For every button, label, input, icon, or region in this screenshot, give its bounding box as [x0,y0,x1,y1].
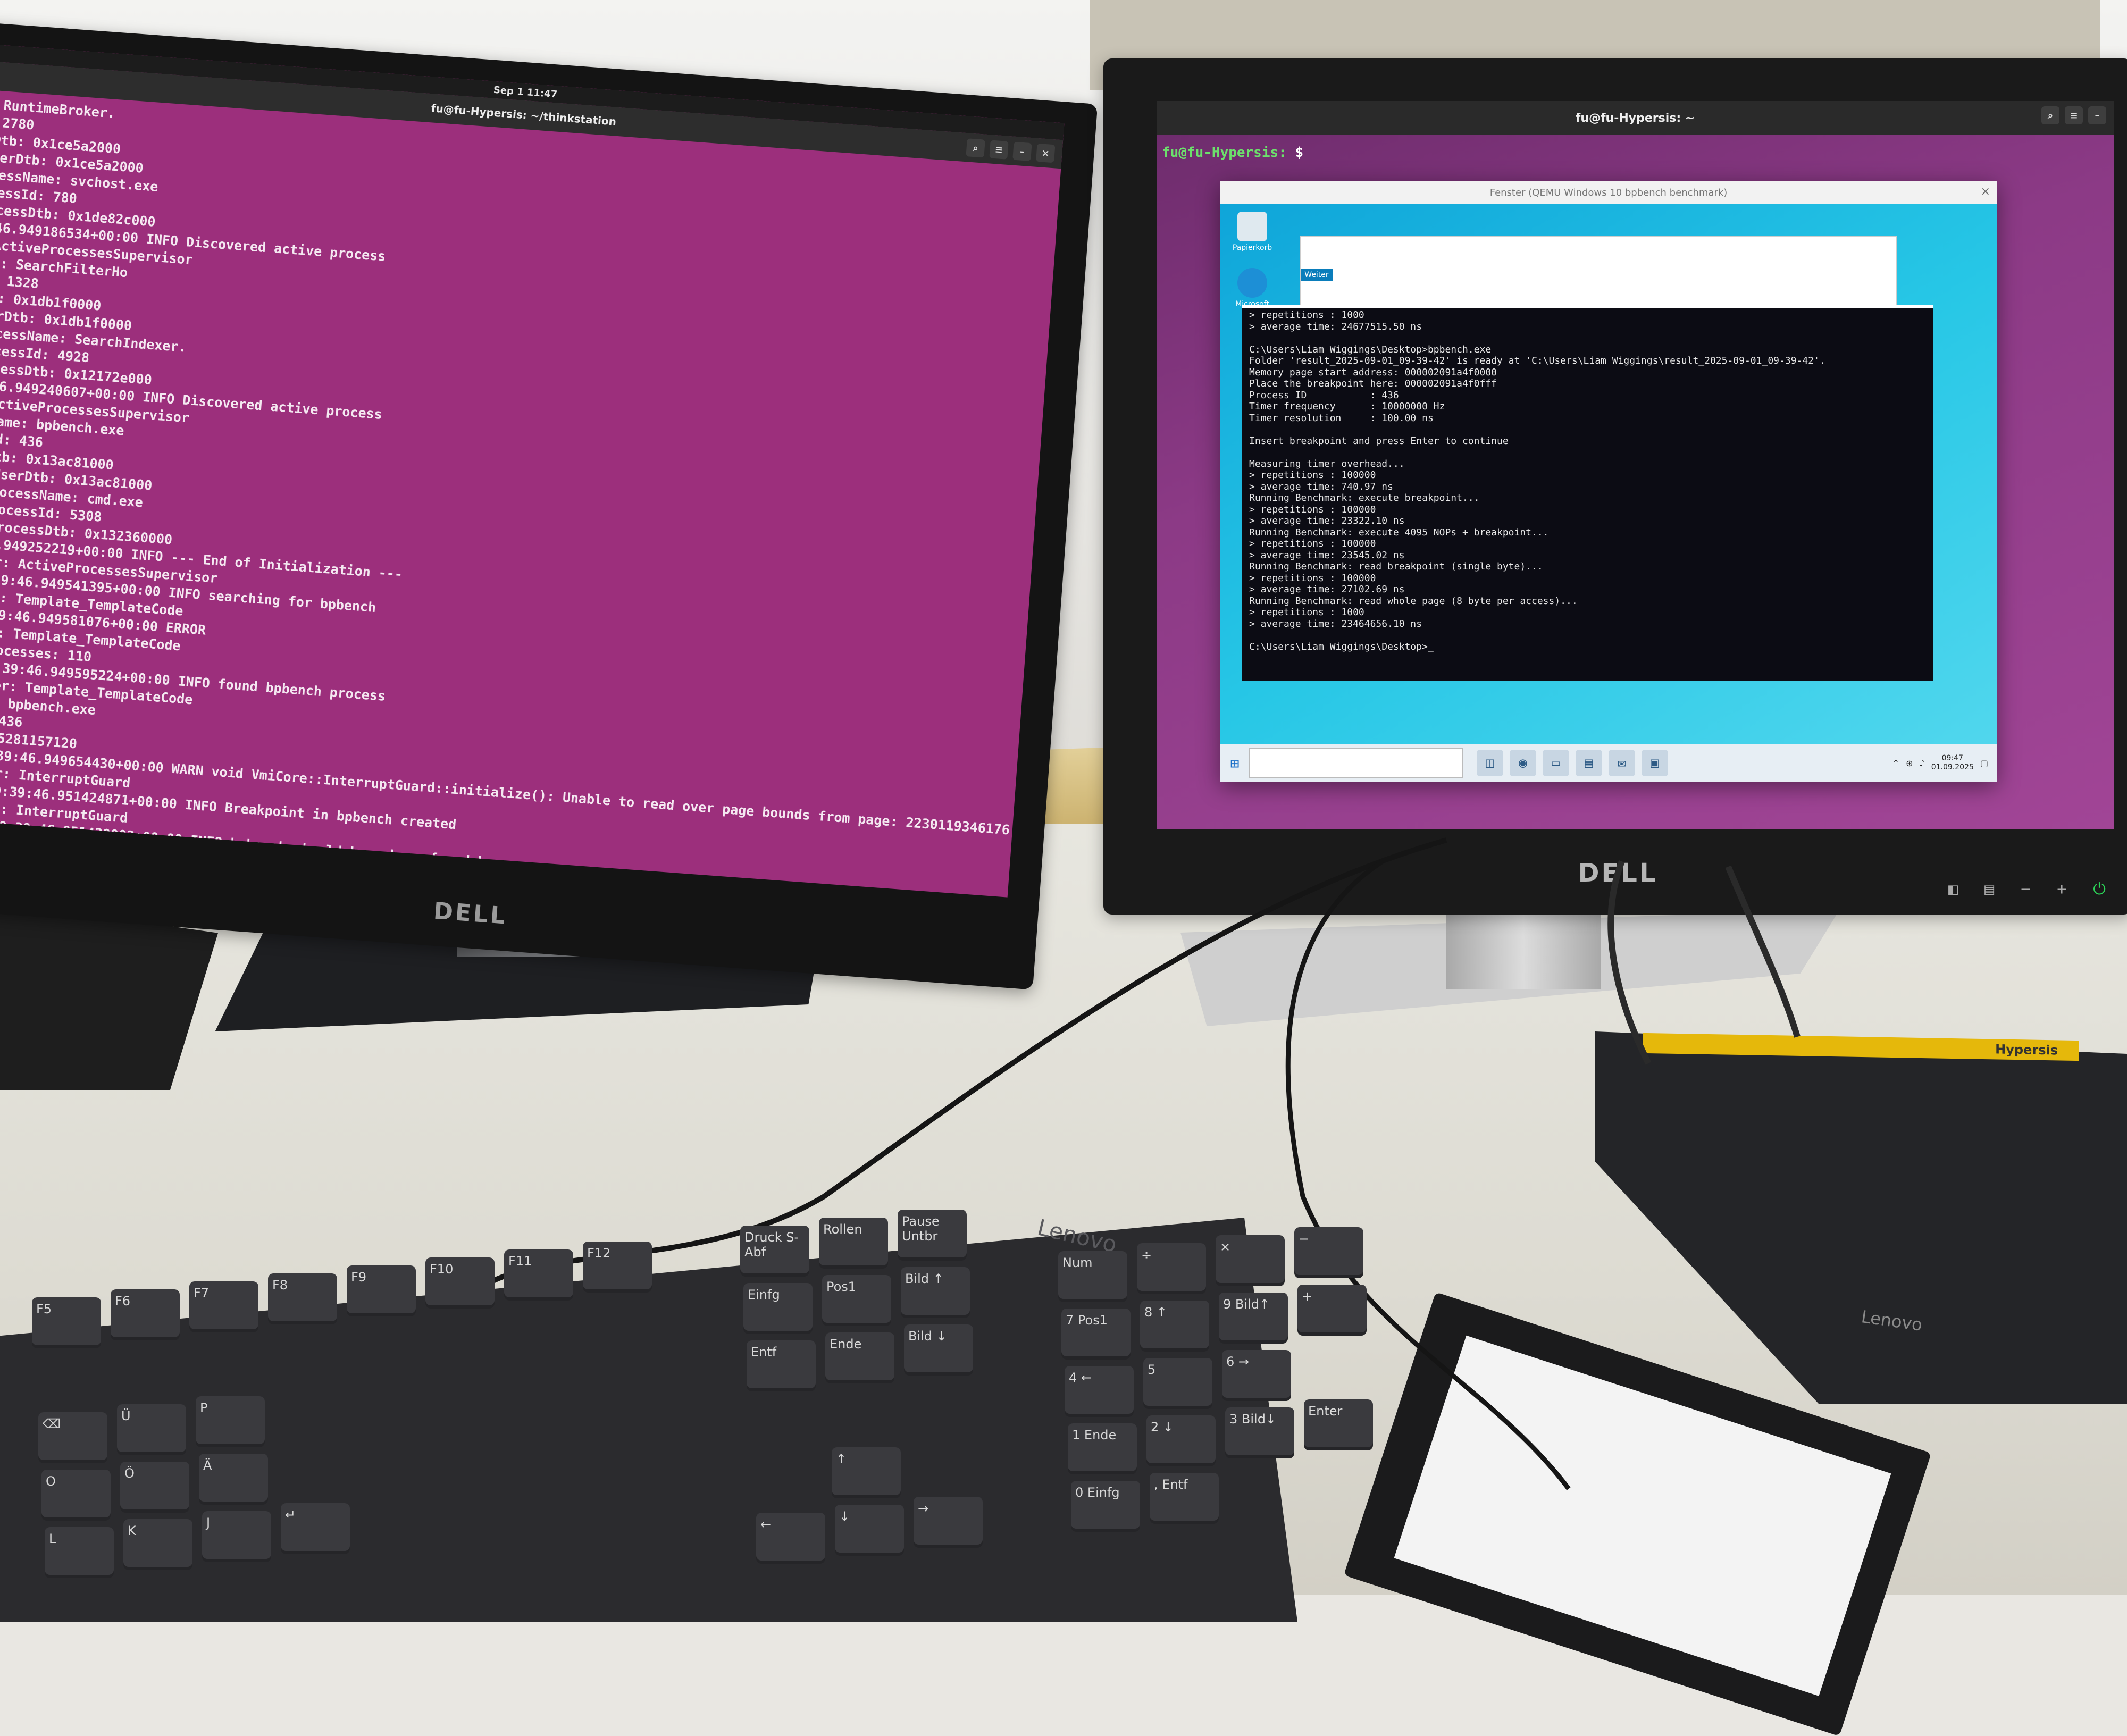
keyboard-key[interactable]: − [1294,1227,1363,1278]
keyboard-key[interactable]: 0 Einfg [1071,1481,1140,1532]
keyboard-key[interactable]: ← [756,1513,825,1564]
keyboard-key[interactable]: → [914,1497,983,1548]
keyboard-key[interactable]: ↵ [281,1503,350,1554]
keyboard-key[interactable]: Rollen [819,1218,888,1269]
keyboard-key[interactable]: J [202,1511,271,1562]
keyboard-key[interactable]: ↑ [832,1447,901,1498]
keyboard-key[interactable]: F10 [425,1257,495,1309]
keyboard-key[interactable]: F11 [504,1249,573,1301]
keyboard-key[interactable]: Entf [747,1340,816,1391]
keyboard-key[interactable]: Ä [199,1454,268,1505]
keyboard-key[interactable]: Ende [825,1332,894,1383]
keyboard-key[interactable]: Bild ↑ [901,1267,970,1318]
keyboard-key[interactable]: 6 → [1222,1350,1291,1401]
keyboard-key[interactable]: , Entf [1150,1473,1219,1524]
keyboard-key[interactable]: Druck S-Abf [740,1226,809,1277]
keyboard-key[interactable]: ÷ [1137,1243,1206,1294]
keyboard-key[interactable]: K [123,1519,192,1570]
keyboard-key[interactable]: Ü [117,1404,186,1455]
keyboard-key[interactable]: F8 [268,1273,337,1324]
keyboard-key[interactable]: O [41,1470,111,1521]
keyboard-key[interactable]: P [196,1396,265,1447]
keyboard-key[interactable]: 8 ↑ [1140,1301,1209,1352]
keyboard-key[interactable]: 7 Pos1 [1061,1309,1131,1360]
keyboard-key[interactable]: Num [1058,1251,1127,1302]
keyboard-key[interactable]: F9 [347,1265,416,1316]
keyboard-key[interactable]: ↓ [835,1505,904,1556]
keyboard-key[interactable]: F5 [32,1297,101,1348]
keyboard-key[interactable]: Bild ↓ [904,1324,973,1376]
keyboard-key[interactable]: Pos1 [822,1275,891,1326]
keyboard-key[interactable]: Enter [1304,1399,1373,1450]
keyboard-key[interactable]: Einfg [743,1283,813,1334]
keyboard-key[interactable]: 5 [1143,1358,1212,1409]
keyboard-key[interactable]: + [1297,1285,1367,1336]
keyboard-key[interactable]: 9 Bild↑ [1219,1293,1288,1344]
keyboard-key[interactable]: Pause Untbr [898,1210,967,1261]
keyboard-key[interactable]: F7 [189,1281,258,1332]
keyboard-key[interactable]: 4 ← [1065,1366,1134,1417]
keyboard-key[interactable]: 3 Bild↓ [1225,1407,1294,1458]
keyboard-key[interactable]: F12 [583,1242,652,1293]
keyboard-key[interactable]: × [1216,1235,1285,1286]
keyboard-key[interactable]: 2 ↓ [1146,1415,1216,1466]
keyboard-key[interactable]: 1 Ende [1068,1423,1137,1474]
keyboard-key[interactable]: F6 [111,1289,180,1340]
keyboard-key[interactable]: L [45,1527,114,1578]
keyboard-key[interactable]: ⌫ [38,1412,107,1463]
keyboard-key[interactable]: Ö [120,1462,189,1513]
